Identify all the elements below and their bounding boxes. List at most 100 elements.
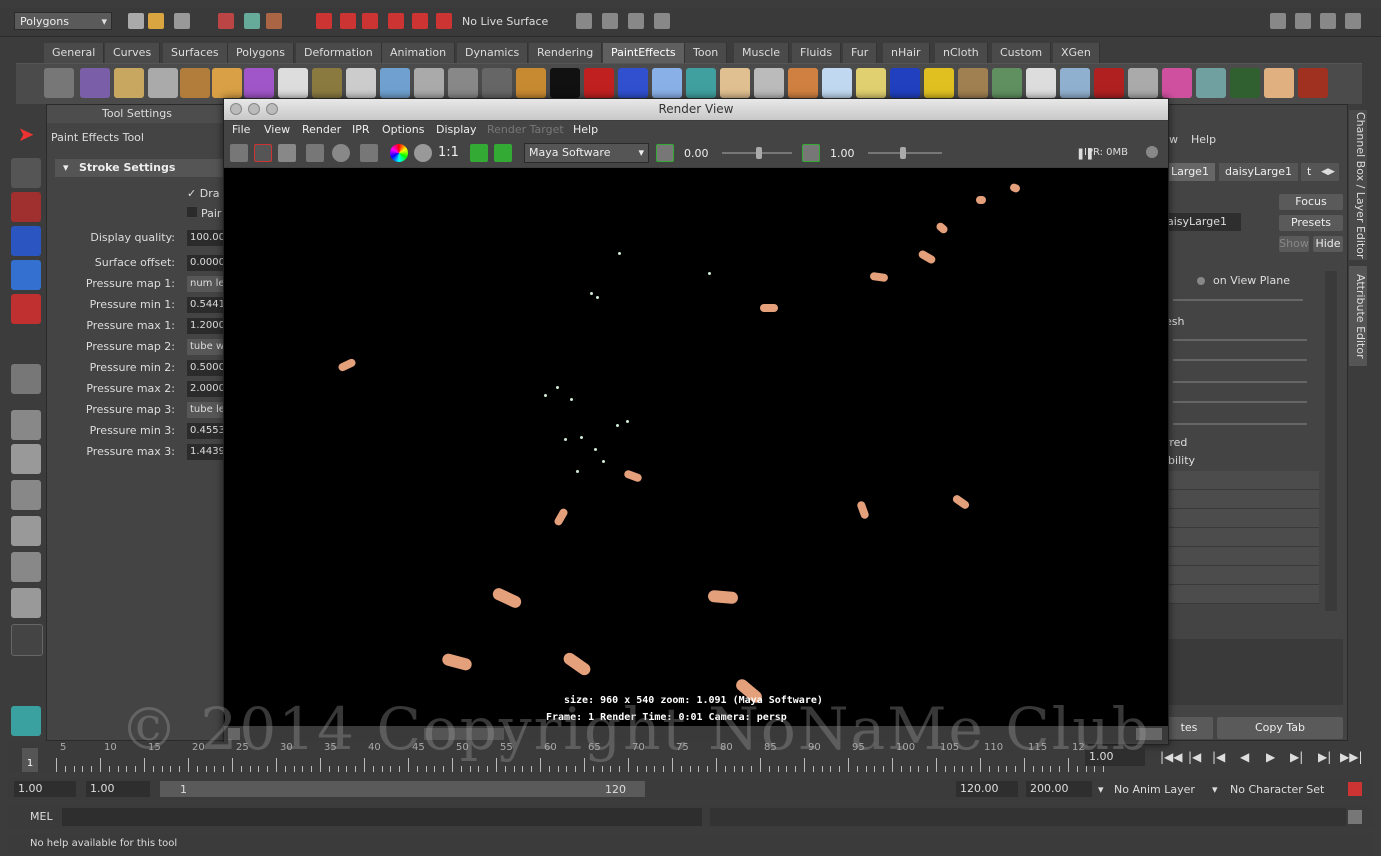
playback-end-field[interactable]: 120.00 xyxy=(956,781,1018,797)
render-settings-icon[interactable] xyxy=(628,13,644,29)
pressure-max-1-field[interactable]: 1.2000 xyxy=(187,318,227,334)
shelf-tab-nhair[interactable]: nHair xyxy=(883,43,930,63)
snap-point-icon[interactable] xyxy=(362,13,378,29)
shelf-tab-curves[interactable]: Curves xyxy=(105,43,161,63)
ae-slider[interactable] xyxy=(1173,381,1307,383)
go-to-start-icon[interactable]: |◀◀ xyxy=(1160,750,1183,764)
menu-display[interactable]: Display xyxy=(436,123,477,136)
shelf-tab-fluids[interactable]: Fluids xyxy=(792,43,842,63)
alpha-channel-icon[interactable] xyxy=(414,144,432,162)
cloud-brush-icon[interactable] xyxy=(652,68,682,98)
spiral-brush-icon[interactable] xyxy=(924,68,954,98)
flake-brush-icon[interactable] xyxy=(1128,68,1158,98)
layout-custom-icon[interactable] xyxy=(11,588,41,618)
pressure-map-2-select[interactable]: tube w xyxy=(187,339,227,355)
menu-help[interactable]: Help xyxy=(573,123,598,136)
step-back-frame-icon[interactable]: |◀ xyxy=(1188,750,1201,764)
keep-image-icon[interactable] xyxy=(470,144,488,162)
shelf-tab-toon[interactable]: Toon xyxy=(685,43,728,63)
show-tool-settings-icon[interactable] xyxy=(1320,13,1336,29)
tab-attribute-editor[interactable]: Attribute Editor xyxy=(1349,266,1367,366)
layout-hypershade-icon[interactable] xyxy=(11,552,41,582)
shell-brush-icon[interactable] xyxy=(822,68,852,98)
rotate-tool-icon[interactable] xyxy=(11,260,41,290)
shelf-tab-polygons[interactable]: Polygons xyxy=(228,43,294,63)
current-time-marker[interactable]: 1 xyxy=(22,748,38,772)
show-modeling-toolkit-icon[interactable] xyxy=(1270,13,1286,29)
pressure-min-2-field[interactable]: 0.5000 xyxy=(187,360,227,376)
stroke-pattern-icon[interactable] xyxy=(482,68,512,98)
show-attribute-editor-icon[interactable] xyxy=(1295,13,1311,29)
ae-tab-large1[interactable]: Large1 xyxy=(1165,163,1215,181)
shelf-tab-painteffects[interactable]: PaintEffects xyxy=(603,43,685,63)
exposure-slider-handle[interactable] xyxy=(756,147,762,159)
command-input[interactable] xyxy=(62,808,702,826)
lasso-tool-icon[interactable] xyxy=(11,158,41,188)
glow-brush-icon[interactable] xyxy=(346,68,376,98)
renderer-select[interactable]: Maya Software ▾ xyxy=(524,143,649,163)
new-scene-icon[interactable] xyxy=(128,13,144,29)
stroke-settings-section[interactable]: ▾ Stroke Settings xyxy=(55,159,223,177)
menu-view[interactable]: View xyxy=(264,123,290,136)
menu-render[interactable]: Render xyxy=(302,123,341,136)
ae-menu-list[interactable]: w xyxy=(1169,133,1178,146)
real-size-button[interactable]: 1:1 xyxy=(438,145,459,160)
animation-end-field[interactable]: 200.00 xyxy=(1026,781,1092,797)
chevron-down-icon[interactable]: ▾ xyxy=(1212,783,1218,796)
ae-scrollbar[interactable] xyxy=(1325,271,1337,611)
ae-tab-daisylarge1[interactable]: daisyLarge1 xyxy=(1219,163,1298,181)
menu-options[interactable]: Options xyxy=(382,123,424,136)
radio-button[interactable] xyxy=(1197,277,1205,285)
paint-canvas-icon[interactable] xyxy=(148,68,178,98)
layout-menu-icon[interactable] xyxy=(11,624,43,656)
animation-start-field[interactable]: 1.00 xyxy=(14,781,76,797)
frost-brush-icon[interactable] xyxy=(1060,68,1090,98)
shelf-tab-xgen[interactable]: XGen xyxy=(1053,43,1100,63)
display-quality-field[interactable]: 100.00 xyxy=(187,230,227,246)
ae-button-partial[interactable]: tes xyxy=(1165,717,1213,739)
leaf-red-icon[interactable] xyxy=(1094,68,1124,98)
ae-notes-area[interactable] xyxy=(1165,639,1343,705)
render-settings-icon[interactable] xyxy=(360,144,378,162)
make-live-icon[interactable] xyxy=(412,13,428,29)
select-by-object-icon[interactable] xyxy=(244,13,260,29)
surface-offset-field[interactable]: 0.0000 xyxy=(187,255,227,271)
pan-brush-icon[interactable] xyxy=(278,68,308,98)
render-canvas[interactable]: size: 960 x 540 zoom: 1.091 (Maya Softwa… xyxy=(224,168,1168,726)
pressure-map-1-select[interactable]: num le xyxy=(187,276,227,292)
exposure-icon[interactable] xyxy=(656,144,674,162)
hide-button[interactable]: Hide xyxy=(1313,236,1343,252)
show-button[interactable]: Show xyxy=(1279,236,1309,252)
red-brush-icon[interactable] xyxy=(584,68,614,98)
animation-preferences-icon[interactable] xyxy=(1348,782,1362,796)
menu-render-target[interactable]: Render Target xyxy=(487,123,564,136)
stroke-brush-icon[interactable] xyxy=(180,68,210,98)
snap-curve-icon[interactable] xyxy=(340,13,356,29)
pressure-min-3-field[interactable]: 0.4553 xyxy=(187,423,227,439)
snap-grid-icon[interactable] xyxy=(316,13,332,29)
paint-effects-brush-icon[interactable] xyxy=(44,68,74,98)
anim-layer-select[interactable]: No Anim Layer xyxy=(1114,783,1195,796)
close-window-button[interactable] xyxy=(230,103,242,115)
play-backward-icon[interactable]: ◀ xyxy=(1240,750,1249,764)
ae-slider[interactable] xyxy=(1173,359,1307,361)
hypershade-icon[interactable] xyxy=(654,13,670,29)
range-slider[interactable]: 1 120 xyxy=(160,781,645,797)
snapshot-icon[interactable] xyxy=(278,144,296,162)
wood-brush-icon[interactable] xyxy=(516,68,546,98)
ae-slider[interactable] xyxy=(1173,401,1307,403)
shelf-tab-custom[interactable]: Custom xyxy=(992,43,1052,63)
select-tool-icon[interactable]: ➤ xyxy=(11,122,41,152)
step-forward-frame-icon[interactable]: ▶| xyxy=(1318,750,1331,764)
curve-brush-icon[interactable] xyxy=(212,68,242,98)
magnet-icon[interactable] xyxy=(436,13,452,29)
ae-menu-help[interactable]: Help xyxy=(1191,133,1216,146)
flower-brush-icon[interactable] xyxy=(1162,68,1192,98)
egg-brush-icon[interactable] xyxy=(856,68,886,98)
zoom-window-button[interactable] xyxy=(266,103,278,115)
ae-slider[interactable] xyxy=(1173,299,1303,301)
shelf-tab-fur[interactable]: Fur xyxy=(843,43,878,63)
grass-clump-icon[interactable] xyxy=(992,68,1022,98)
render-current-frame-icon[interactable] xyxy=(576,13,592,29)
move-tool-icon[interactable] xyxy=(11,226,41,256)
